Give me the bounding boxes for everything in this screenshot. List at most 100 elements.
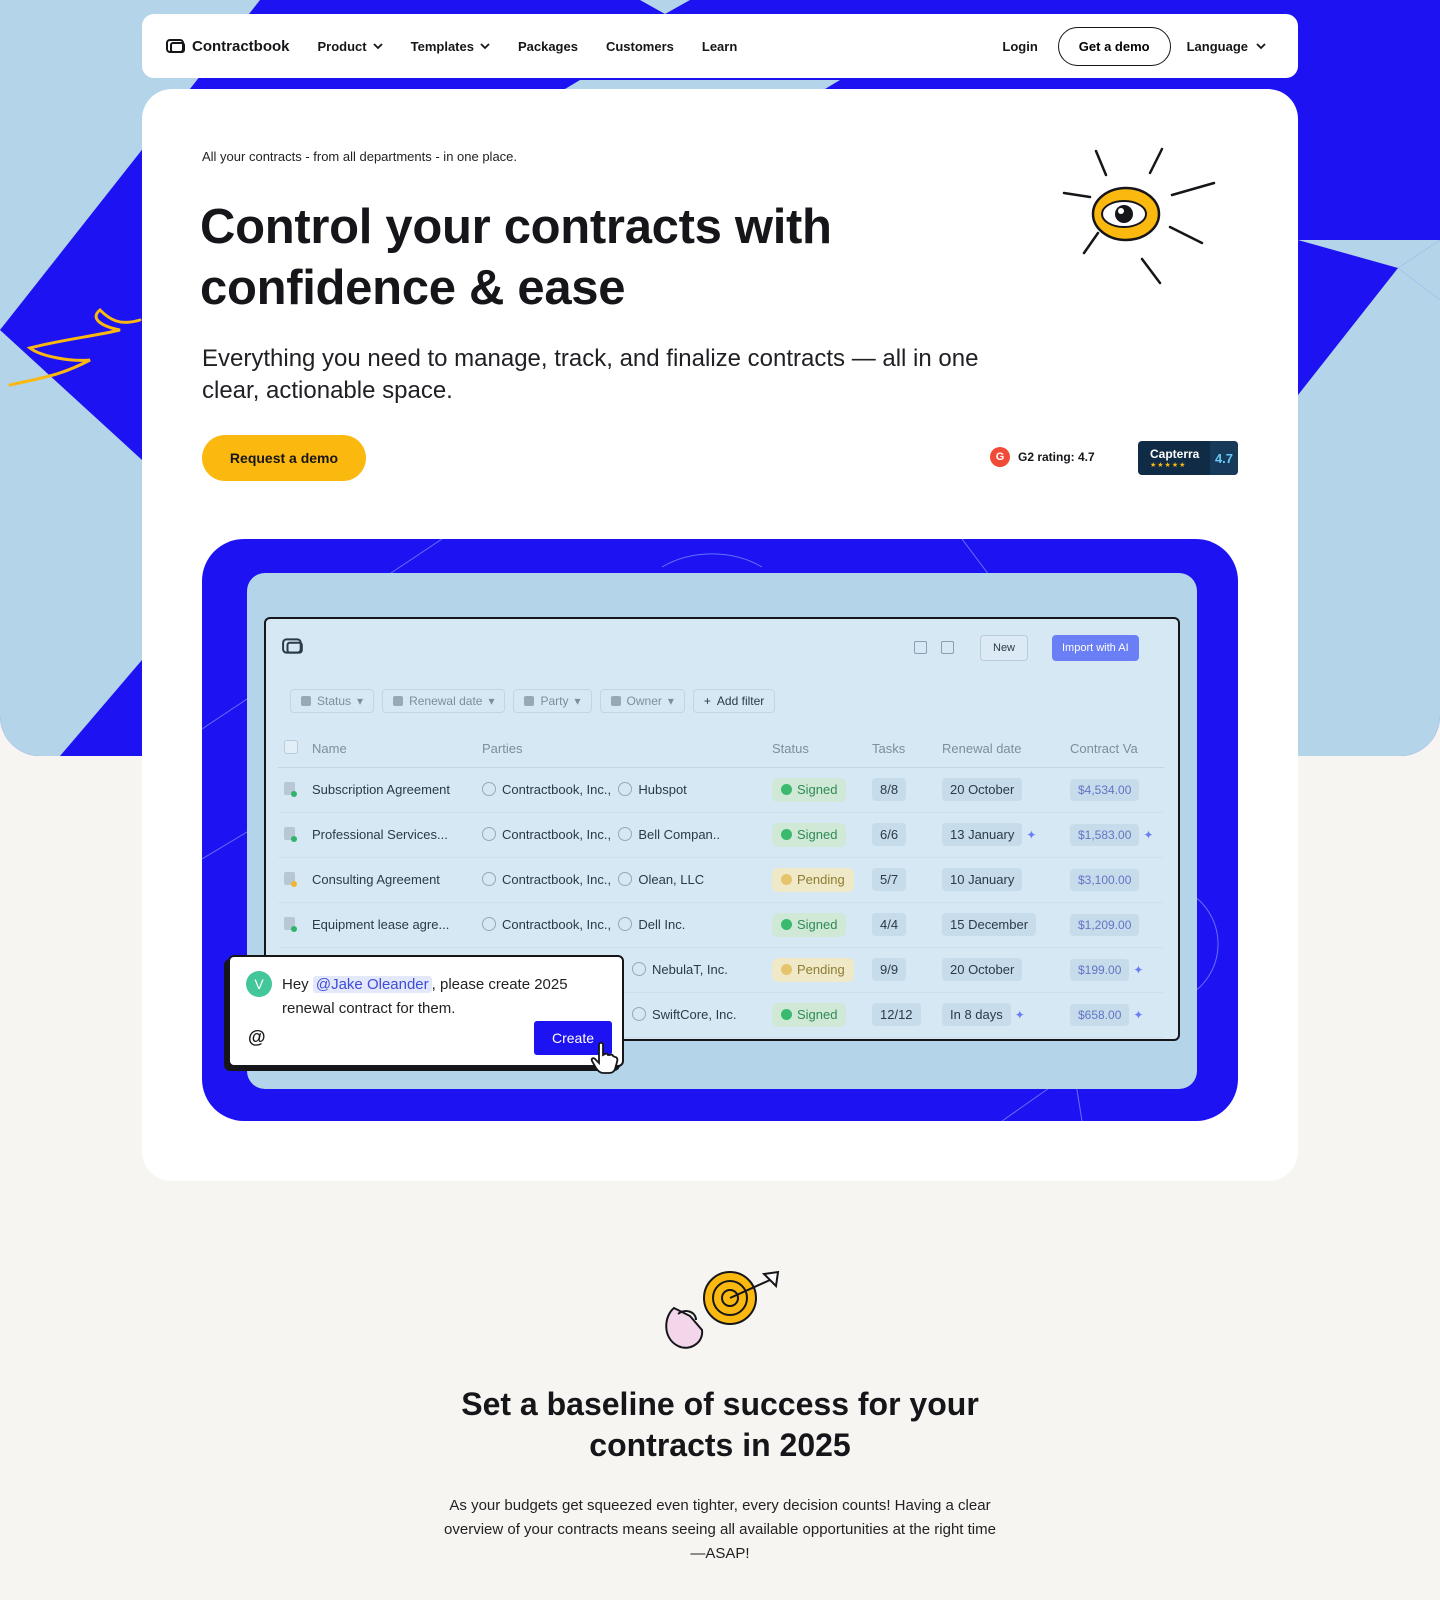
- status-cell: Signed: [766, 812, 866, 858]
- calendar-icon[interactable]: [941, 641, 954, 654]
- filter-renewal-date[interactable]: Renewal date ▾: [382, 689, 506, 713]
- col-renewal-date[interactable]: Renewal date: [936, 731, 1064, 768]
- tasks-cell: 8/8: [866, 767, 936, 813]
- nav-packages-label: Packages: [517, 38, 578, 54]
- status-label: Signed: [797, 1007, 838, 1022]
- party-primary: Contractbook, Inc.,: [502, 827, 612, 842]
- party-primary: Contractbook, Inc.,: [502, 872, 612, 887]
- nav-templates[interactable]: Templates: [411, 39, 490, 54]
- import-ai-button[interactable]: Import with AI: [1052, 635, 1139, 661]
- filter-bar: Status ▾ Renewal date ▾ Party ▾ Owner ▾ …: [290, 689, 776, 713]
- new-button[interactable]: New: [980, 635, 1029, 661]
- nav-learn[interactable]: Learn: [702, 39, 737, 54]
- filter-party[interactable]: Party ▾: [513, 689, 592, 713]
- status-cell: Signed: [766, 767, 866, 813]
- hero-kicker: All your contracts - from all department…: [202, 149, 518, 164]
- col-contract-value[interactable]: Contract Va: [1064, 731, 1164, 768]
- party-secondary: Dell Inc.: [638, 917, 686, 932]
- tasks-count: 5/7: [872, 868, 907, 891]
- table-row[interactable]: Equipment lease agre... Contractbook, Inc…: [278, 902, 1164, 948]
- comment-greeting: Hey: [282, 976, 309, 993]
- status-badge: Signed: [772, 822, 847, 847]
- request-demo-button[interactable]: Request a demo: [202, 435, 366, 481]
- status-label: Signed: [797, 782, 838, 797]
- status-dot-icon: [781, 1009, 792, 1020]
- nav-customers[interactable]: Customers: [606, 39, 674, 54]
- tasks-count: 4/4: [872, 913, 907, 936]
- row-checkbox-cell[interactable]: [278, 857, 306, 903]
- nav-customers-label: Customers: [605, 38, 674, 54]
- add-filter-button[interactable]: + Add filter: [692, 689, 776, 713]
- hand-cursor-icon: [590, 1041, 619, 1074]
- filter-status[interactable]: Status ▾: [290, 689, 375, 713]
- company-icon: [482, 872, 496, 886]
- plus-icon: +: [703, 694, 711, 708]
- value-cell: $1,209.00: [1064, 902, 1164, 948]
- table-row[interactable]: Consulting Agreement Contractbook, Inc., …: [278, 857, 1164, 903]
- party-secondary: Olean, LLC: [638, 872, 705, 887]
- renewal-cell: 20 October: [936, 947, 1064, 993]
- contract-value: $199.00: [1070, 958, 1130, 981]
- tasks-cell: 5/7: [866, 857, 936, 903]
- contract-name[interactable]: Consulting Agreement: [306, 857, 476, 903]
- capterra-badge: Capterra ★★★★★ 4.7: [1138, 441, 1238, 475]
- comment-popup: V Hey @Jake Oleander, please create 2025…: [228, 955, 624, 1074]
- status-dot-icon: [781, 919, 792, 930]
- party-primary: Contractbook, Inc.,: [502, 782, 612, 797]
- renewal-date: 20 October: [942, 958, 1023, 981]
- contract-name[interactable]: Equipment lease agre...: [306, 902, 476, 948]
- section-title: Set a baseline of success for your contr…: [461, 1386, 979, 1463]
- party-secondary: Bell Compan..: [638, 827, 721, 842]
- col-tasks[interactable]: Tasks: [866, 731, 936, 768]
- columns-icon[interactable]: [914, 641, 927, 654]
- renewal-cell: 13 January ✦: [936, 812, 1064, 858]
- select-all-cell[interactable]: [278, 731, 306, 768]
- contract-value: $1,209.00: [1070, 913, 1140, 936]
- sparkle-icon: ✦: [1143, 827, 1154, 842]
- company-icon: [632, 962, 646, 976]
- table-row[interactable]: Professional Services... Contractbook, In…: [278, 812, 1164, 858]
- language-selector[interactable]: Language: [1187, 39, 1266, 54]
- filter-owner[interactable]: Owner ▾: [599, 689, 685, 713]
- document-icon: [284, 916, 297, 932]
- value-cell: $3,100.00: [1064, 857, 1164, 903]
- contractbook-logo-icon: [166, 39, 185, 53]
- user-mention[interactable]: @Jake Oleander: [312, 976, 432, 993]
- hero-title: Control your contracts with confidence &…: [200, 200, 832, 315]
- nav-templates-label: Templates: [410, 38, 474, 54]
- brand-logo[interactable]: Contractbook: [166, 38, 290, 55]
- renewal-date: 15 December: [942, 913, 1037, 936]
- g2-logo-icon: G: [990, 447, 1010, 467]
- contract-parties: Contractbook, Inc., Dell Inc.: [476, 902, 766, 948]
- select-all-checkbox[interactable]: [284, 740, 298, 755]
- nav-packages[interactable]: Packages: [518, 39, 578, 54]
- row-checkbox-cell[interactable]: [278, 812, 306, 858]
- row-checkbox-cell[interactable]: [278, 902, 306, 948]
- login-link[interactable]: Login: [1002, 39, 1037, 54]
- user-icon: [610, 696, 621, 706]
- tasks-count: 9/9: [872, 958, 907, 981]
- value-cell: $1,583.00 ✦: [1064, 812, 1164, 858]
- renewal-cell: 10 January: [936, 857, 1064, 903]
- tasks-cell: 6/6: [866, 812, 936, 858]
- col-name[interactable]: Name: [306, 731, 476, 768]
- renewal-date: In 8 days: [942, 1003, 1011, 1026]
- status-dot-icon: [781, 829, 792, 840]
- filter-label: Status: [317, 694, 352, 708]
- col-status[interactable]: Status: [766, 731, 866, 768]
- tasks-count: 12/12: [872, 1003, 921, 1026]
- avatar: V: [246, 971, 272, 997]
- table-row[interactable]: Subscription Agreement Contractbook, Inc.…: [278, 767, 1164, 813]
- mention-icon[interactable]: @: [248, 1027, 266, 1048]
- contract-name[interactable]: Subscription Agreement: [306, 767, 476, 813]
- contract-name[interactable]: Professional Services...: [306, 812, 476, 858]
- get-demo-button[interactable]: Get a demo: [1057, 26, 1171, 66]
- renewal-date: 10 January: [942, 868, 1023, 891]
- nav-product[interactable]: Product: [318, 39, 383, 54]
- col-parties[interactable]: Parties: [476, 731, 766, 768]
- hero-card: All your contracts - from all department…: [142, 89, 1298, 1181]
- table-header-row: Name Parties Status Tasks Renewal date C…: [278, 731, 1164, 768]
- row-checkbox-cell[interactable]: [278, 767, 306, 813]
- document-icon: [284, 826, 297, 842]
- company-icon: [618, 827, 633, 841]
